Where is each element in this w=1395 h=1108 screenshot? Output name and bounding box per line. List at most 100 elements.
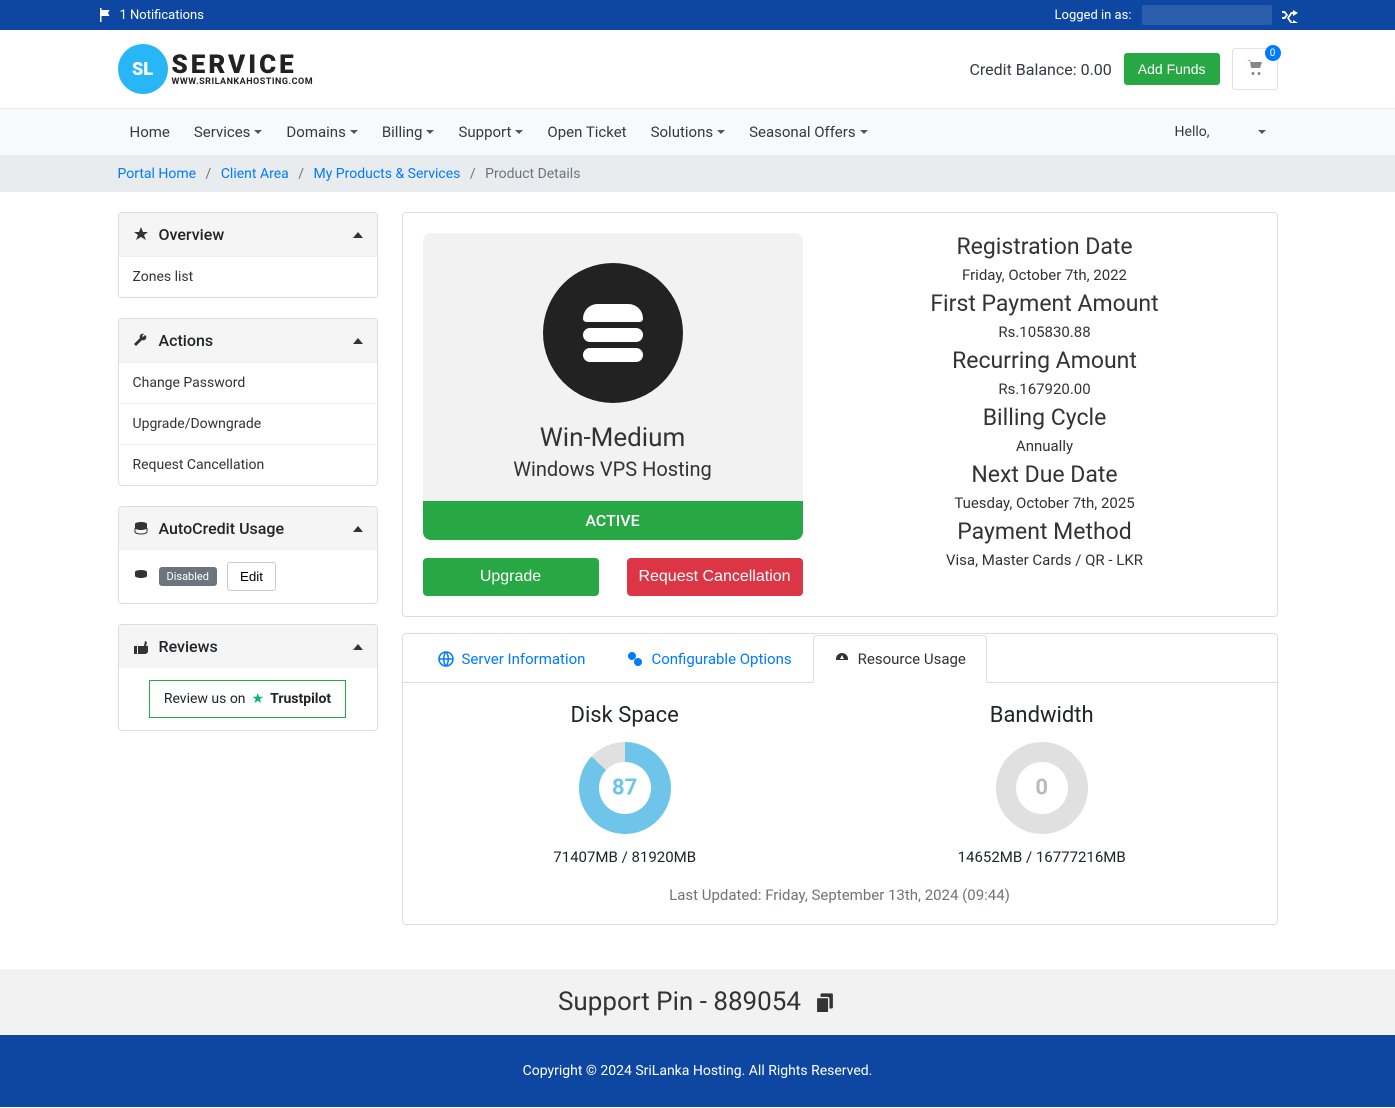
autocredit-edit-button[interactable]: Edit: [227, 562, 276, 591]
chevron-down-icon: [860, 130, 868, 134]
panel-title: AutoCredit Usage: [159, 519, 285, 538]
breadcrumb: Portal Home / Client Area / My Products …: [98, 166, 1298, 182]
bandwidth-usage-title: Bandwidth: [958, 703, 1126, 728]
copy-icon[interactable]: [815, 991, 837, 1013]
sidebar: Overview Zones list Actions Change Passw…: [118, 212, 378, 925]
tabs-container: Server Information Configurable Options …: [402, 633, 1278, 925]
payment-method-label: Payment Method: [833, 518, 1257, 545]
billing-cycle-label: Billing Cycle: [833, 404, 1257, 431]
nav-label: Open Ticket: [547, 123, 626, 141]
reg-date-value: Friday, October 7th, 2022: [833, 266, 1257, 284]
request-cancellation-button[interactable]: Request Cancellation: [627, 558, 803, 596]
breadcrumb-products[interactable]: My Products & Services: [313, 166, 460, 182]
panel-overview: Overview Zones list: [118, 212, 378, 298]
last-updated-text: Last Updated: Friday, September 13th, 20…: [423, 886, 1257, 904]
nav-solutions[interactable]: Solutions: [639, 109, 738, 155]
panel-header-autocredit[interactable]: AutoCredit Usage: [119, 507, 377, 550]
chevron-up-icon: [353, 644, 363, 650]
product-info: Registration Date Friday, October 7th, 2…: [833, 233, 1257, 596]
first-payment-label: First Payment Amount: [833, 290, 1257, 317]
chevron-up-icon: [353, 526, 363, 532]
nav-label: Support: [458, 123, 511, 141]
panel-title: Actions: [159, 331, 214, 350]
wrench-icon: [133, 333, 149, 349]
nav-support[interactable]: Support: [446, 109, 535, 155]
nav-label: Seasonal Offers: [749, 123, 855, 141]
credit-balance: Credit Balance: 0.00: [969, 60, 1111, 79]
sidebar-item-request-cancellation[interactable]: Request Cancellation: [119, 444, 377, 485]
disk-usage-text: 71407MB / 81920MB: [553, 848, 696, 866]
logo[interactable]: SL SERVICE WWW.SRILANKAHOSTING.COM: [118, 44, 314, 94]
nav-billing[interactable]: Billing: [370, 109, 447, 155]
cart-icon: [1247, 59, 1263, 75]
nav-domains[interactable]: Domains: [274, 109, 369, 155]
tab-label: Configurable Options: [651, 650, 791, 668]
recurring-value: Rs.167920.00: [833, 380, 1257, 398]
hello-label: Hello,: [1175, 124, 1210, 140]
nav-label: Services: [194, 123, 251, 141]
tab-resource-usage[interactable]: Resource Usage: [813, 635, 987, 683]
header: SL SERVICE WWW.SRILANKAHOSTING.COM Credi…: [0, 30, 1395, 108]
upgrade-button[interactable]: Upgrade: [423, 558, 599, 596]
tab-configurable-options[interactable]: Configurable Options: [606, 635, 812, 683]
chevron-down-icon: [426, 130, 434, 134]
panel-reviews: Reviews Review us on ★ Trustpilot: [118, 624, 378, 731]
disk-usage-pct: 87: [612, 776, 637, 801]
notifications-link[interactable]: 1 Notifications: [98, 7, 204, 23]
trustpilot-widget[interactable]: Review us on ★ Trustpilot: [149, 680, 346, 718]
cart-badge: 0: [1265, 45, 1281, 61]
breadcrumb-client[interactable]: Client Area: [221, 166, 289, 182]
breadcrumb-portal[interactable]: Portal Home: [118, 166, 197, 182]
chevron-down-icon: [1258, 130, 1266, 134]
nav-seasonal-offers[interactable]: Seasonal Offers: [737, 109, 879, 155]
nav-home[interactable]: Home: [118, 109, 182, 155]
product-status-badge: ACTIVE: [423, 501, 803, 540]
recurring-label: Recurring Amount: [833, 347, 1257, 374]
panel-actions: Actions Change Password Upgrade/Downgrad…: [118, 318, 378, 486]
chevron-down-icon: [717, 130, 725, 134]
add-funds-button[interactable]: Add Funds: [1124, 53, 1220, 85]
panel-header-actions[interactable]: Actions: [119, 319, 377, 362]
disk-usage: Disk Space 87 71407MB / 81920MB: [553, 703, 696, 866]
breadcrumb-current: Product Details: [485, 166, 580, 182]
panel-header-overview[interactable]: Overview: [119, 213, 377, 256]
tab-label: Server Information: [462, 650, 586, 668]
footer: Copyright © 2024 SriLanka Hosting. All R…: [0, 1035, 1395, 1107]
breadcrumb-bar: Portal Home / Client Area / My Products …: [0, 156, 1395, 192]
flag-icon: [98, 7, 114, 23]
nav-label: Solutions: [651, 123, 714, 141]
next-due-value: Tuesday, October 7th, 2025: [833, 494, 1257, 512]
cogs-icon: [627, 651, 643, 667]
nav-services[interactable]: Services: [182, 109, 275, 155]
trustpilot-name: Trustpilot: [270, 691, 331, 707]
dashboard-icon: [834, 651, 850, 667]
disk-usage-title: Disk Space: [553, 703, 696, 728]
logo-service-text: SERVICE: [172, 52, 314, 78]
autocredit-status-badge: Disabled: [159, 567, 217, 586]
product-category: Windows VPS Hosting: [443, 457, 783, 481]
sidebar-item-change-password[interactable]: Change Password: [119, 362, 377, 403]
sidebar-item-zones[interactable]: Zones list: [119, 256, 377, 297]
nav-open-ticket[interactable]: Open Ticket: [535, 109, 638, 155]
panel-header-reviews[interactable]: Reviews: [119, 625, 377, 668]
tab-server-information[interactable]: Server Information: [417, 635, 607, 683]
thumbs-up-icon: [133, 639, 149, 655]
shuffle-icon[interactable]: [1282, 7, 1298, 23]
trustpilot-prefix: Review us on: [164, 691, 246, 707]
bandwidth-usage-text: 14652MB / 16777216MB: [958, 848, 1126, 866]
hello-menu[interactable]: Hello,: [1163, 110, 1278, 154]
bandwidth-usage-pct: 0: [1035, 776, 1048, 801]
database-icon: [543, 263, 683, 403]
nav-label: Home: [130, 123, 170, 141]
sidebar-item-upgrade-downgrade[interactable]: Upgrade/Downgrade: [119, 403, 377, 444]
user-name-box[interactable]: [1142, 5, 1272, 25]
chevron-down-icon: [254, 130, 262, 134]
chevron-down-icon: [350, 130, 358, 134]
globe-icon: [438, 651, 454, 667]
topbar: 1 Notifications Logged in as:: [0, 0, 1395, 30]
product-card: Win-Medium Windows VPS Hosting ACTIVE Up…: [402, 212, 1278, 617]
payment-method-value: Visa, Master Cards / QR - LKR: [833, 551, 1257, 569]
cart-button[interactable]: 0: [1232, 48, 1278, 90]
bandwidth-usage-donut: 0: [996, 742, 1088, 834]
next-due-label: Next Due Date: [833, 461, 1257, 488]
